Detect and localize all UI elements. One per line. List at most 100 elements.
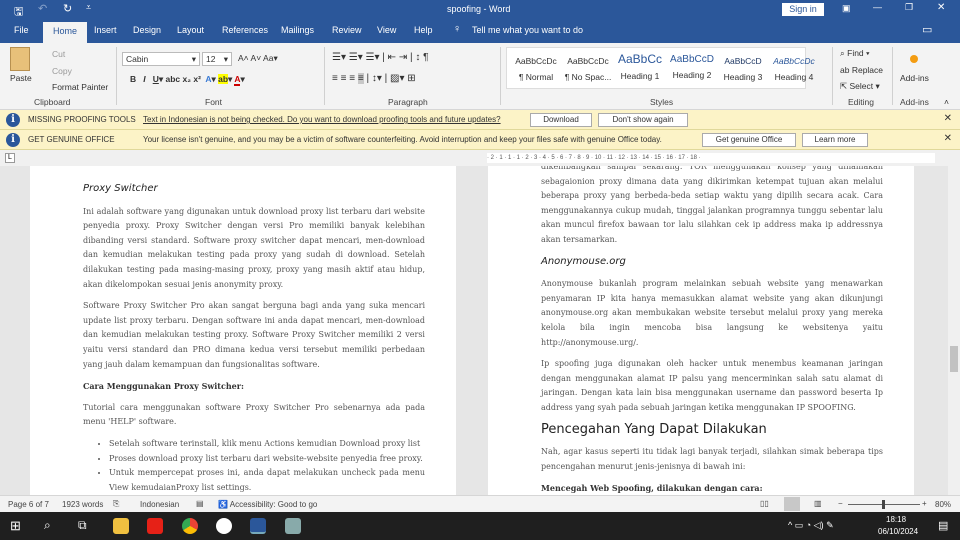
file-explorer-icon[interactable] <box>113 518 129 534</box>
style-heading-2[interactable]: AaBbCcD Heading 2 <box>666 54 718 80</box>
grow-shrink-font-icons[interactable]: A˄ A˅ Aa▾ <box>238 53 278 64</box>
web-layout-icon[interactable]: ▥ <box>814 499 822 508</box>
print-layout-icon[interactable] <box>784 497 800 511</box>
dont-show-again-button[interactable]: Don't show again <box>598 113 688 127</box>
page-count[interactable]: Page 6 of 7 <box>8 500 49 509</box>
style-name: ¶ Normal <box>518 72 554 82</box>
style-name: Heading 1 <box>620 71 660 81</box>
addins-button[interactable]: Add-ins <box>900 73 929 83</box>
whatsapp-icon[interactable] <box>216 518 232 534</box>
close-icon[interactable]: ✕ <box>944 133 952 144</box>
scrollbar-thumb[interactable] <box>950 346 958 372</box>
heading-pencegahan: Pencegahan Yang Dapat Dilakukan <box>541 421 767 437</box>
undo-icon[interactable]: ↶ <box>38 2 47 15</box>
copy-button[interactable]: Copy <box>52 66 72 76</box>
collapse-ribbon-icon[interactable]: ˄ <box>944 97 949 107</box>
paste-button[interactable]: Paste <box>10 73 32 83</box>
tab-mailings[interactable]: Mailings <box>281 25 314 35</box>
vertical-scrollbar[interactable] <box>948 166 960 495</box>
windows-start-icon[interactable]: ⊞ <box>10 518 21 534</box>
paragraph: Ini adalah software yang digunakan untuk… <box>83 206 425 289</box>
language[interactable]: Indonesian <box>140 500 179 509</box>
tab-file[interactable]: File <box>14 25 29 35</box>
alignment-icons[interactable]: ≡ ≡ ≡ ≡ | ↕▾ | ▨▾ ⊞ <box>332 73 416 84</box>
tab-references[interactable]: References <box>222 25 268 35</box>
accessibility-status[interactable]: ♿ Accessibility: Good to go <box>218 500 317 509</box>
font-name-value: Cabin <box>126 54 149 64</box>
download-button[interactable]: Download <box>530 113 592 127</box>
restore-button[interactable]: ❐ <box>905 2 913 13</box>
tab-selector-icon[interactable]: L <box>5 153 15 163</box>
comments-icon[interactable]: ▭ <box>922 23 932 36</box>
style-normal[interactable]: AaBbCcDc ¶ Normal <box>511 56 561 82</box>
style-heading-1[interactable]: AaBbCc Heading 1 <box>614 52 666 81</box>
tab-home[interactable]: Home <box>43 22 88 43</box>
tab-view[interactable]: View <box>377 25 396 35</box>
proofing-link[interactable]: Text in Indonesian is not being checked.… <box>143 115 501 124</box>
heading-proxy-switcher: Proxy Switcher <box>83 183 158 194</box>
clock-time[interactable]: 18:18 <box>886 515 906 524</box>
system-tray-icons[interactable]: ^ ▭ ◔ ◁) ✎ <box>788 520 834 531</box>
youtube-icon[interactable] <box>147 518 163 534</box>
chrome-icon[interactable] <box>182 518 198 534</box>
word-taskbar-icon[interactable] <box>250 518 266 534</box>
zoom-level[interactable]: 80% <box>935 500 951 509</box>
clock-date[interactable]: 06/10/2024 <box>878 527 918 536</box>
tab-design[interactable]: Design <box>133 25 161 35</box>
notifications-icon[interactable]: ▤ <box>938 519 948 532</box>
format-painter-button[interactable]: Format Painter <box>52 82 108 92</box>
tab-review[interactable]: Review <box>332 25 362 35</box>
zoom-slider-thumb[interactable] <box>882 500 885 509</box>
find-button[interactable]: ⌕ Find ▾ <box>840 48 870 59</box>
replace-button[interactable]: ab Replace <box>840 65 883 75</box>
paste-icon[interactable] <box>10 47 30 71</box>
page-left[interactable]: Proxy Switcher Ini adalah software yang … <box>30 166 456 495</box>
customize-qat-icon[interactable]: ⩡ <box>86 2 91 13</box>
select-button[interactable]: ⇱ Select ▾ <box>840 81 880 92</box>
read-mode-icon[interactable]: ▯▯ <box>760 499 769 508</box>
style-preview: AaBbCcD <box>724 56 762 66</box>
page-right[interactable]: dikembangkan sampai sekarang. TOR menggu… <box>488 166 914 495</box>
paint-icon[interactable] <box>285 518 301 534</box>
proofing-icon[interactable]: ⎘ <box>113 499 119 509</box>
lightbulb-icon: ♀ <box>453 23 462 35</box>
zoom-in-button[interactable]: + <box>922 499 927 508</box>
info-icon: i <box>6 133 20 147</box>
search-icon[interactable]: ⌕ <box>44 518 51 533</box>
sign-in-button[interactable]: Sign in <box>782 3 824 16</box>
format-buttons-icons[interactable]: B I U▾ abc x₂ x² A▾ ab▾ A▾ <box>130 74 245 86</box>
replace-label: Replace <box>851 65 884 75</box>
tab-layout[interactable]: Layout <box>177 25 204 35</box>
task-view-icon[interactable]: ⧉ <box>78 518 87 533</box>
minimize-button[interactable]: — <box>873 2 882 12</box>
font-size-select[interactable]: 12 ▾ <box>202 52 232 66</box>
zoom-slider[interactable] <box>848 500 920 509</box>
get-genuine-office-button[interactable]: Get genuine Office <box>702 133 796 147</box>
style-heading-4[interactable]: AaBbCcDc Heading 4 <box>768 56 820 82</box>
close-icon[interactable]: ✕ <box>944 113 952 124</box>
bullet-list: Setelah software terinstall, klik menu A… <box>83 437 425 495</box>
style-name: Heading 4 <box>774 72 814 82</box>
style-no-spacing[interactable]: AaBbCcDc ¶ No Spac... <box>562 56 614 82</box>
tab-insert[interactable]: Insert <box>94 25 117 35</box>
list-icons[interactable]: ☰▾ ☰▾ ☰▾ | ⇤ ⇥ | ↕ ¶ <box>332 52 429 63</box>
redo-icon[interactable]: ↻ <box>63 2 72 15</box>
tab-help[interactable]: Help <box>414 25 433 35</box>
paragraph: dikembangkan sampai sekarang. TOR menggu… <box>541 166 883 244</box>
word-count[interactable]: 1923 words <box>62 500 103 509</box>
macro-icon[interactable]: ▤ <box>196 499 204 508</box>
title-bar: 🖫 ↶ ↻ ⩡ spoofing - Word Sign in ▣ — ❐ ✕ <box>0 0 960 19</box>
style-name: Heading 3 <box>723 72 763 82</box>
horizontal-ruler-scale: · 2 · 1 · 1 · 1 · 2 · 3 · 4 · 5 · 6 · 7 … <box>487 153 935 163</box>
ribbon-display-icon[interactable]: ▣ <box>842 3 851 14</box>
font-name-select[interactable]: Cabin ▾ <box>122 52 200 66</box>
style-preview: AaBbCc <box>617 52 663 66</box>
learn-more-button[interactable]: Learn more <box>802 133 868 147</box>
tell-me-input[interactable]: Tell me what you want to do <box>472 25 583 35</box>
close-button[interactable]: ✕ <box>937 2 945 13</box>
ruler[interactable]: L · 2 · 1 · 1 · 1 · 2 · 3 · 4 · 5 · 6 · … <box>0 150 960 166</box>
style-heading-3[interactable]: AaBbCcD Heading 3 <box>718 56 768 82</box>
zoom-out-button[interactable]: − <box>838 499 843 508</box>
heading-mencegah-web-spoofing: Mencegah Web Spoofing, dilakukan dengan … <box>541 483 763 494</box>
cut-button[interactable]: Cut <box>52 49 65 59</box>
